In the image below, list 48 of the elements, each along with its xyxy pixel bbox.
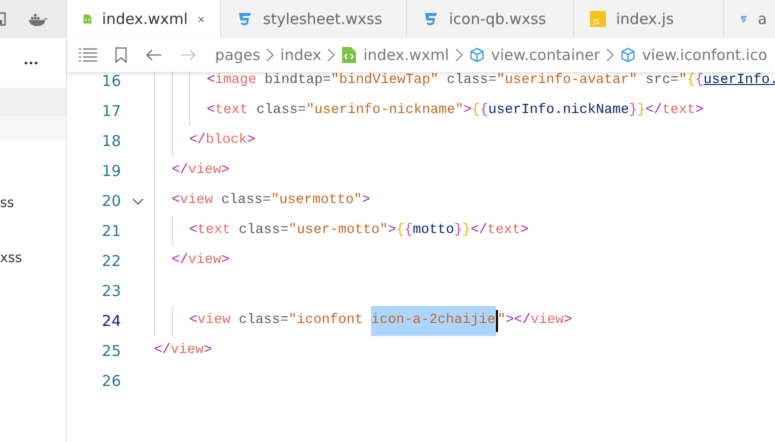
line-number: 23 — [100, 282, 121, 300]
chevron-right-icon — [455, 48, 464, 62]
code-line: </block> — [154, 126, 256, 156]
code-line: </view> — [154, 342, 212, 360]
line-number: 19 — [100, 162, 121, 180]
more-icon[interactable] — [24, 61, 38, 65]
line-number: 18 — [100, 132, 121, 150]
line-number: 21 — [100, 222, 121, 240]
css-file-icon — [423, 11, 439, 27]
code-line: <view class="usermotto"> — [154, 186, 370, 216]
fold-chevron-icon[interactable] — [132, 198, 144, 204]
breadcrumb-item[interactable]: view.container — [469, 46, 600, 64]
editor-tab[interactable]: icon-qb.wxss — [407, 0, 574, 38]
sidebar-row-highlight — [0, 88, 66, 116]
line-number: 26 — [100, 372, 121, 390]
line-number: 17 — [100, 102, 121, 120]
css-file-icon — [237, 11, 253, 27]
cube-icon — [620, 47, 636, 63]
chevron-right-icon — [266, 48, 274, 62]
breadcrumb-item[interactable]: index — [280, 46, 322, 64]
wxml-file-icon — [341, 47, 358, 63]
chevron-right-icon — [327, 48, 336, 62]
code-line: <text class="user-motto">{{motto}}</text> — [154, 216, 529, 246]
save-icon — [0, 12, 6, 26]
code-line: </view> — [154, 246, 230, 276]
sidebar-item[interactable]: xss — [0, 248, 22, 268]
bookmark-icon[interactable] — [115, 47, 127, 63]
outline-icon[interactable] — [79, 48, 97, 62]
breadcrumb-item[interactable]: pages — [215, 46, 260, 64]
editor-tab[interactable]: a — [724, 0, 775, 38]
line-number: 25 — [100, 342, 121, 360]
editor-tab[interactable]: stylesheet.wxss — [221, 0, 407, 38]
whale-icon — [28, 12, 48, 26]
cube-icon — [469, 47, 486, 63]
code-line: <text class="userinfo-nickname">{{userInfo.nickName}}</text> — [154, 96, 704, 126]
sidebar-item[interactable]: ss — [0, 193, 14, 213]
editor-tab[interactable]: index.wxml — [67, 0, 221, 38]
breadcrumb-item[interactable]: view.iconfont.ico — [620, 46, 768, 64]
line-number: 22 — [100, 252, 121, 270]
breadcrumb-item[interactable]: index.wxml — [341, 46, 450, 64]
line-number: 16 — [100, 72, 121, 90]
chevron-right-icon — [606, 48, 614, 62]
code-line: <view class="iconfont icon-a-2chaijie"></view> — [154, 306, 572, 336]
code-line: </view> — [154, 156, 230, 186]
line-number: 20 — [100, 192, 121, 210]
line-number: 24 — [100, 312, 121, 330]
text-cursor — [496, 310, 498, 332]
back-arrow-icon[interactable] — [145, 48, 162, 62]
